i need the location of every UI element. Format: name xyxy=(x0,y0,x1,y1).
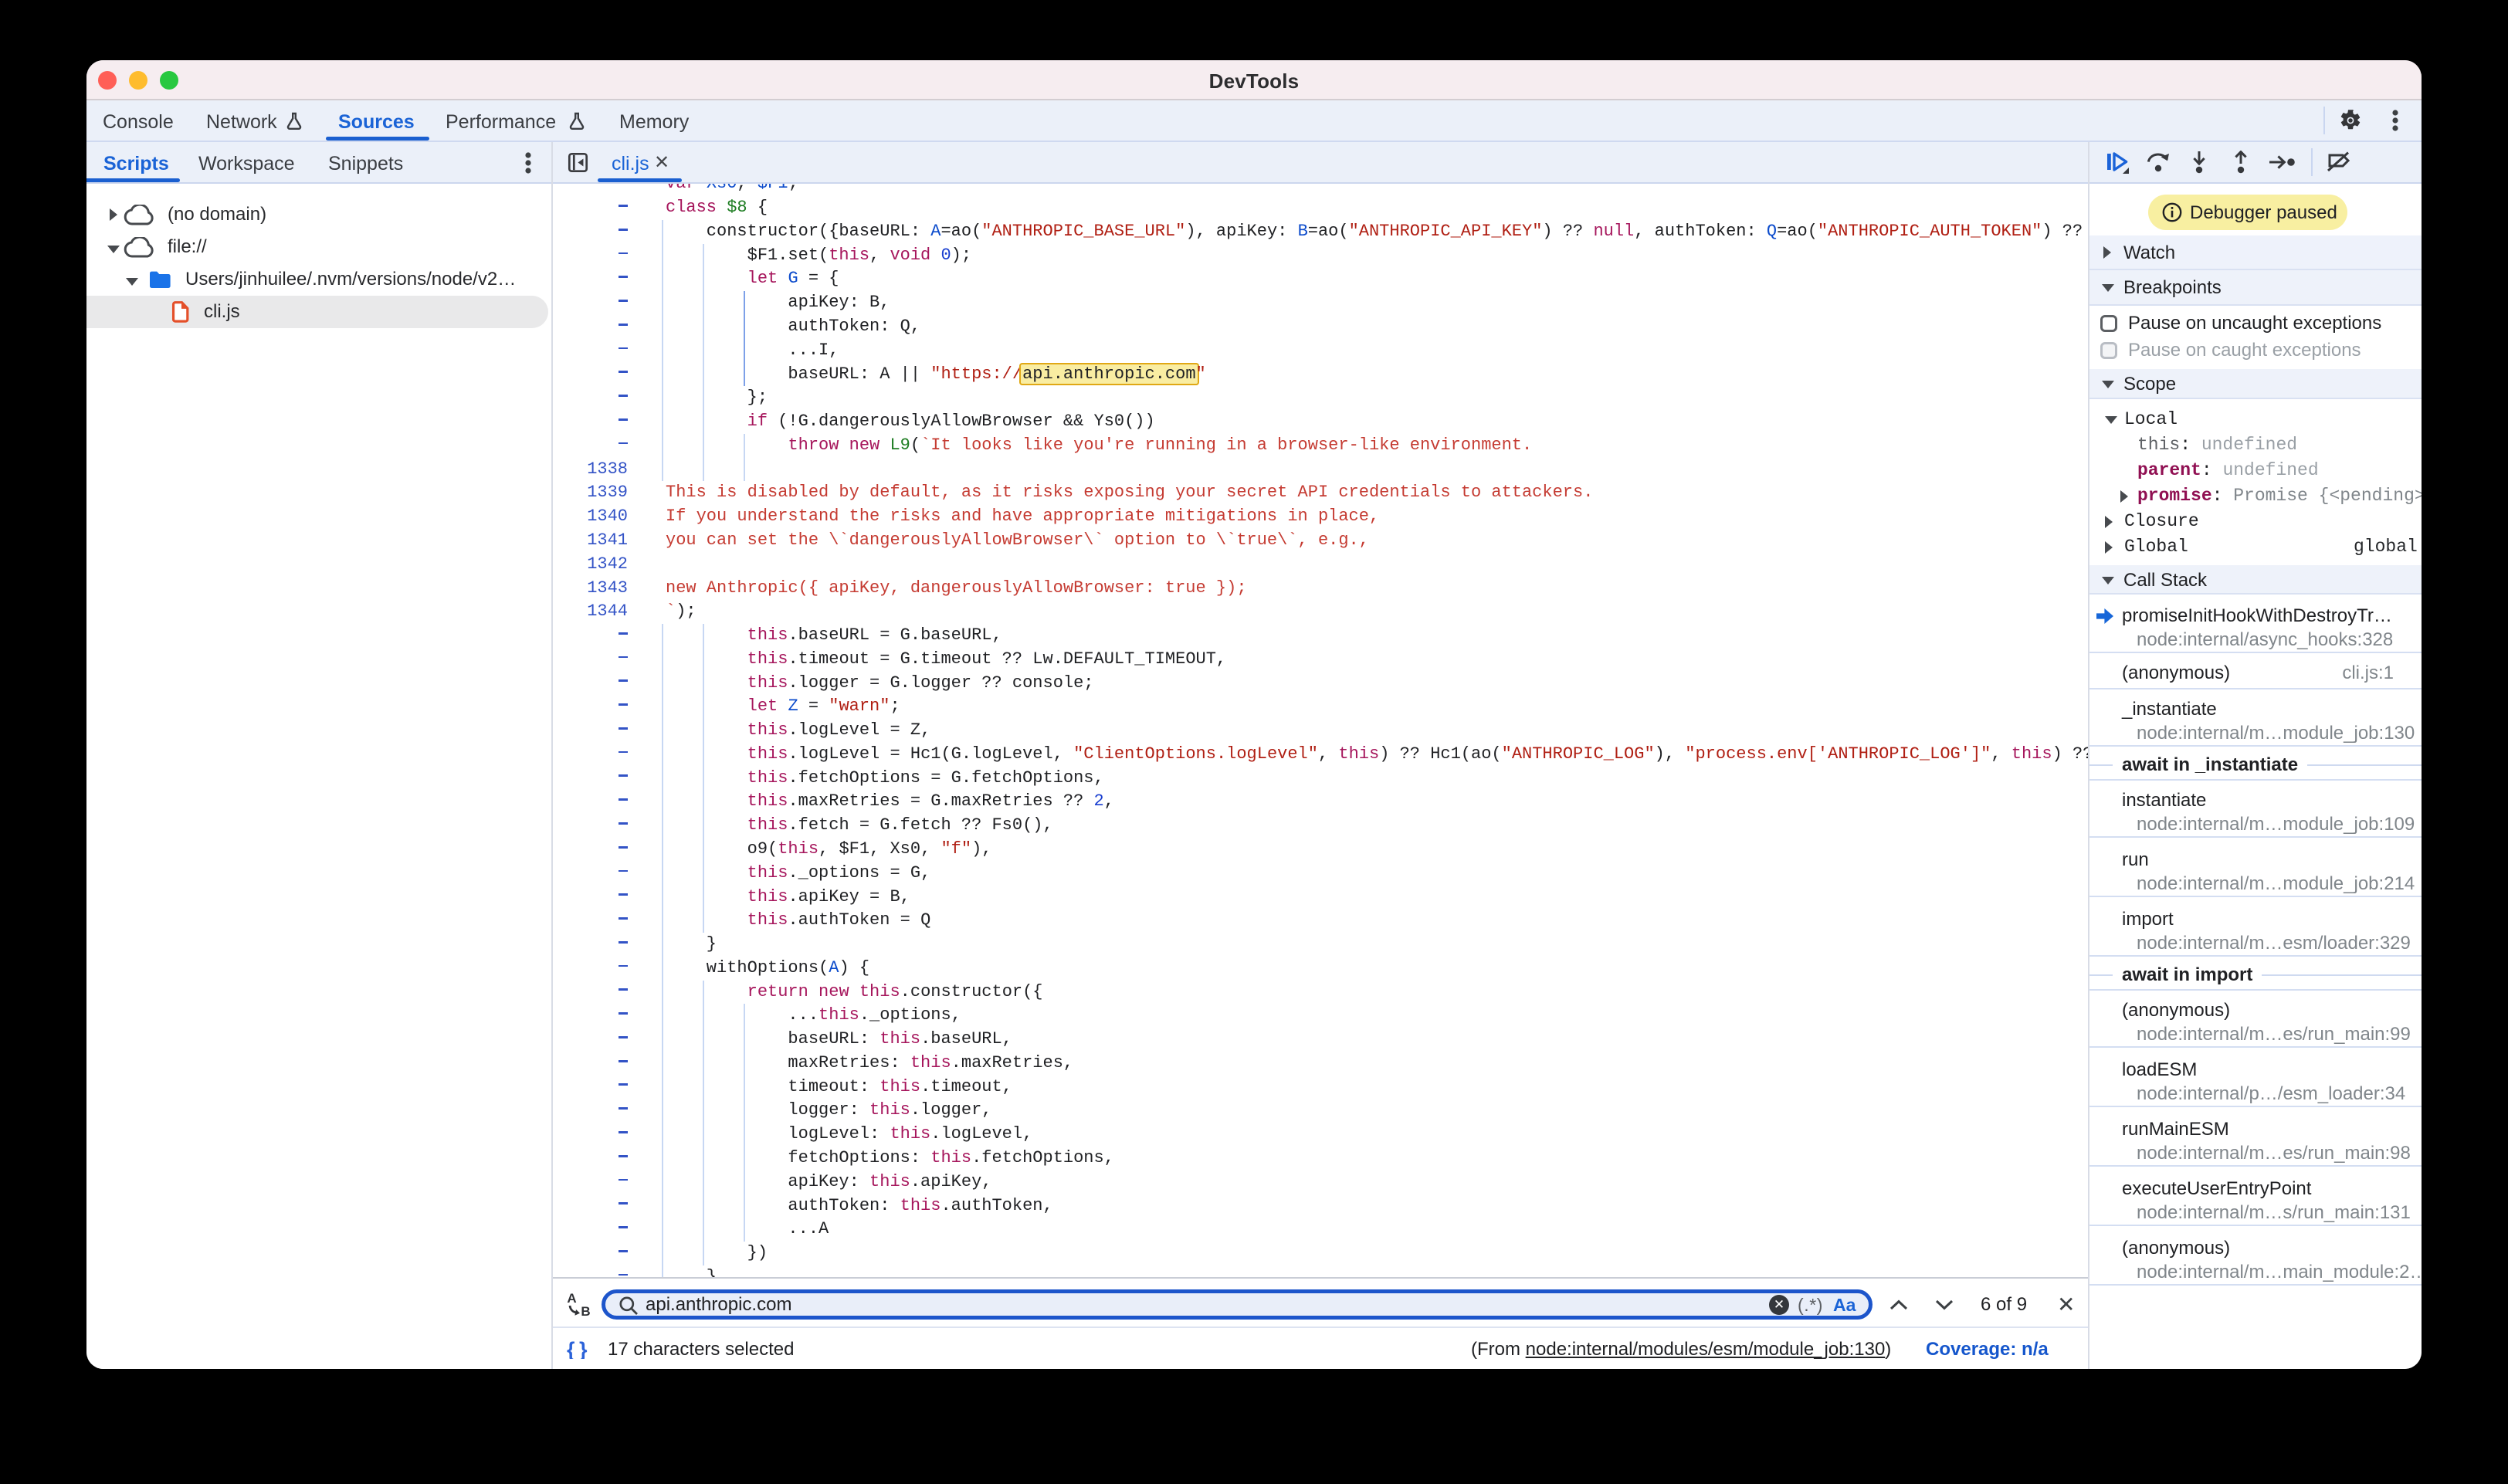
svg-text:}: } xyxy=(579,1339,588,1359)
svg-text:{: { xyxy=(567,1339,575,1359)
svg-text:B: B xyxy=(581,1304,590,1318)
svg-text:A: A xyxy=(567,1291,576,1306)
